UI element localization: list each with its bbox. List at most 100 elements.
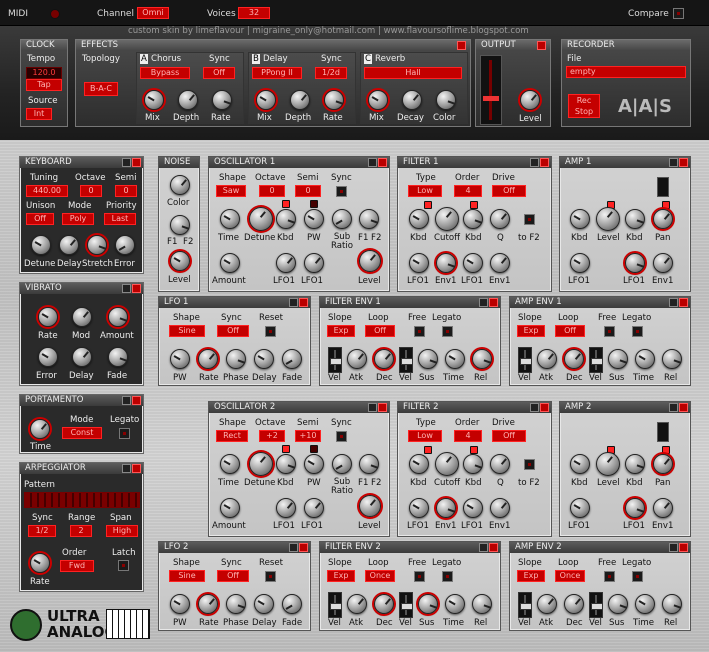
aenv1-loop-select[interactable]: Off	[555, 325, 585, 337]
aenv2-legato-toggle[interactable]	[632, 571, 643, 582]
amp1-kbd-knob[interactable]	[570, 209, 590, 229]
lfo1-fade-knob[interactable]	[282, 349, 302, 369]
osc2-kbd-knob[interactable]	[276, 454, 296, 474]
fenv1-loop-select[interactable]: Off	[365, 325, 395, 337]
output-level-knob[interactable]	[520, 90, 540, 110]
amp1-kbd2-knob[interactable]	[625, 209, 645, 229]
filter2-env1-knob[interactable]	[436, 498, 456, 518]
delay-sync-select[interactable]: 1/2d	[315, 67, 347, 79]
aenv2-sus-knob[interactable]	[608, 594, 628, 614]
lfo1-menu-button[interactable]	[289, 298, 298, 307]
aenv2-slope-select[interactable]: Exp	[517, 570, 545, 582]
fenv2-enable-toggle[interactable]	[489, 543, 498, 552]
lfo2-reset-toggle[interactable]	[265, 571, 276, 582]
aenv1-free-toggle[interactable]	[604, 326, 615, 337]
latch-toggle[interactable]	[118, 560, 129, 571]
fenv2-time-knob[interactable]	[445, 594, 465, 614]
compare-toggle[interactable]	[673, 8, 684, 19]
lfo2-rate-knob[interactable]	[198, 594, 218, 614]
kbd-octave-field[interactable]: 0	[80, 185, 102, 197]
osc1-pw-knob[interactable]	[304, 209, 324, 229]
osc2-level-knob[interactable]	[359, 495, 381, 517]
effects-enable-toggle[interactable]	[457, 41, 466, 50]
chorus-sync-select[interactable]: Off	[203, 67, 235, 79]
osc1-enable-toggle[interactable]	[378, 158, 387, 167]
pattern-editor[interactable]	[24, 492, 140, 508]
vibrato-enable-toggle[interactable]	[132, 284, 141, 293]
aenv2-vel-slider[interactable]	[518, 592, 532, 618]
osc1-time-knob[interactable]	[220, 209, 240, 229]
osc1-lfo1b-knob[interactable]	[304, 253, 324, 273]
osc2-semi-select[interactable]: +10	[295, 430, 321, 442]
aenv2-atk-knob[interactable]	[537, 594, 557, 614]
lfo1-reset-toggle[interactable]	[265, 326, 276, 337]
delay-depth-knob[interactable]	[290, 90, 310, 110]
filter2-env1b-knob[interactable]	[490, 498, 510, 518]
fenv2-free-toggle[interactable]	[414, 571, 425, 582]
keyboard-menu-button[interactable]	[122, 158, 131, 167]
amp2-lfo1b-knob[interactable]	[625, 498, 645, 518]
lfo2-fade-knob[interactable]	[282, 594, 302, 614]
lfo1-phase-knob[interactable]	[226, 349, 246, 369]
arp-sync-select[interactable]: 1/2	[28, 525, 56, 537]
arp-range-select[interactable]: 2	[70, 525, 92, 537]
noise-routing-knob[interactable]	[170, 215, 190, 235]
filter1-lfo1b-knob[interactable]	[463, 253, 483, 273]
rec-stop-button[interactable]: Rec Stop	[568, 94, 600, 118]
filter2-tof2-toggle[interactable]	[524, 459, 535, 470]
osc2-f1f2-knob[interactable]	[359, 454, 379, 474]
fenv2-dec-knob[interactable]	[374, 594, 394, 614]
osc2-amount-knob[interactable]	[220, 498, 240, 518]
osc2-menu-button[interactable]	[368, 403, 377, 412]
amp2-kbd2-knob[interactable]	[625, 454, 645, 474]
noise-level-knob[interactable]	[170, 251, 190, 271]
osc2-pw-knob[interactable]	[304, 454, 324, 474]
filter2-kbd-knob[interactable]	[409, 454, 429, 474]
portamento-enable-toggle[interactable]	[132, 396, 141, 405]
chorus-rate-knob[interactable]	[212, 90, 232, 110]
fenv1-rel-knob[interactable]	[472, 349, 492, 369]
filter2-enable-toggle[interactable]	[540, 403, 549, 412]
amp1-level-knob[interactable]	[596, 207, 620, 231]
vibrato-menu-button[interactable]	[122, 284, 131, 293]
kbd-semi-field[interactable]: 0	[115, 185, 137, 197]
osc1-kbd-knob[interactable]	[276, 209, 296, 229]
filter1-order-select[interactable]: 4	[454, 185, 482, 197]
fenv1-sus-knob[interactable]	[418, 349, 438, 369]
aenv2-vel2-slider[interactable]	[589, 592, 603, 618]
osc1-octave-select[interactable]: 0	[259, 185, 285, 197]
filter2-order-select[interactable]: 4	[454, 430, 482, 442]
fenv2-slope-select[interactable]: Exp	[327, 570, 355, 582]
vibrato-delay-knob[interactable]	[72, 347, 92, 367]
chorus-depth-knob[interactable]	[178, 90, 198, 110]
portamento-menu-button[interactable]	[122, 396, 131, 405]
fenv2-legato-toggle[interactable]	[442, 571, 453, 582]
filter1-env1b-knob[interactable]	[490, 253, 510, 273]
reverb-mix-knob[interactable]	[368, 90, 388, 110]
aenv2-free-toggle[interactable]	[604, 571, 615, 582]
noise-color-knob[interactable]	[170, 175, 190, 195]
tempo-value[interactable]: 120.0	[26, 67, 62, 79]
keyboard-enable-toggle[interactable]	[132, 158, 141, 167]
filter2-kbd2-knob[interactable]	[463, 454, 483, 474]
fenv2-vel-slider[interactable]	[328, 592, 342, 618]
osc2-shape-select[interactable]: Rect	[216, 430, 248, 442]
filter1-menu-button[interactable]	[530, 158, 539, 167]
osc2-subratio-knob[interactable]	[332, 454, 352, 474]
amp1-pan-knob[interactable]	[653, 209, 673, 229]
vibrato-amount-knob[interactable]	[108, 307, 128, 327]
osc2-lfo1b-knob[interactable]	[304, 498, 324, 518]
vibrato-rate-knob[interactable]	[38, 307, 58, 327]
amp2-lfo1-knob[interactable]	[570, 498, 590, 518]
aenv1-legato-toggle[interactable]	[632, 326, 643, 337]
aenv1-rel-knob[interactable]	[662, 349, 682, 369]
vibrato-mod-knob[interactable]	[72, 307, 92, 327]
amp1-menu-button[interactable]	[669, 158, 678, 167]
kbd-error-knob[interactable]	[115, 235, 135, 255]
filter1-drive-select[interactable]: Off	[492, 185, 526, 197]
osc1-semi-select[interactable]: 0	[295, 185, 321, 197]
amp2-level-knob[interactable]	[596, 452, 620, 476]
lfo2-phase-knob[interactable]	[226, 594, 246, 614]
fenv2-sus-knob[interactable]	[418, 594, 438, 614]
topology-select[interactable]: B-A-C	[84, 82, 118, 96]
